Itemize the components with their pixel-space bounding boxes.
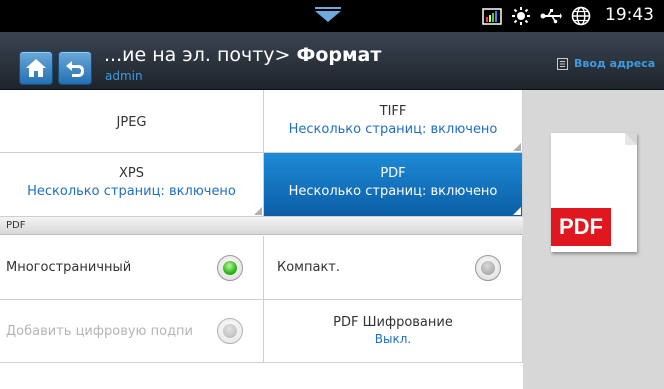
back-arrow-icon [66, 61, 84, 77]
user-name: admin [105, 69, 143, 83]
option-value: Выкл. [374, 332, 412, 346]
current-page: Формат [296, 44, 382, 66]
option-digital-signature: Добавить цифровую подпи [0, 300, 264, 363]
status-bar: 19:43 [0, 0, 664, 32]
corner-indicator-icon [254, 207, 262, 215]
pulldown-arrow-icon[interactable] [314, 7, 342, 23]
page-title: ...ие на эл. почту> Формат [104, 44, 381, 66]
format-name: XPS [119, 166, 144, 181]
pdf-badge: PDF [551, 208, 611, 246]
section-header-pdf: PDF [0, 217, 523, 235]
format-name: JPEG [116, 115, 147, 130]
address-entry-button[interactable]: Ввод адреса [557, 57, 655, 70]
format-name: TIFF [379, 104, 407, 119]
compact-toggle[interactable] [475, 255, 501, 281]
back-button[interactable] [58, 51, 92, 85]
page-fold-icon [625, 133, 637, 145]
format-detail: Несколько страниц: включено [27, 184, 236, 199]
option-multipage[interactable]: Многостраничный [0, 236, 264, 300]
globe-icon [571, 6, 591, 26]
corner-indicator-icon [513, 207, 521, 215]
multipage-toggle[interactable] [217, 255, 243, 281]
address-book-icon [557, 57, 568, 70]
signal-bars-icon [482, 8, 502, 25]
digital-signature-toggle [217, 318, 243, 344]
usb-icon [540, 9, 562, 24]
format-name: PDF [380, 166, 406, 181]
format-detail: Несколько страниц: включено [288, 122, 498, 137]
option-label: Компакт. [277, 260, 341, 275]
option-label: PDF Шифрование [333, 315, 453, 330]
corner-indicator-icon [513, 143, 521, 151]
option-label: Многостраничный [6, 260, 132, 275]
clock: 19:43 [605, 5, 654, 25]
sun-icon [512, 7, 530, 25]
home-button[interactable] [19, 51, 53, 85]
format-tiff[interactable]: TIFF Несколько страниц: включено [264, 90, 523, 153]
option-label: Добавить цифровую подпи [6, 324, 194, 339]
breadcrumb: ...ие на эл. почту> [104, 44, 297, 66]
format-pdf[interactable]: PDF Несколько страниц: включено [264, 153, 523, 217]
home-icon [26, 59, 46, 77]
option-compact[interactable]: Компакт. [264, 236, 523, 300]
format-jpeg[interactable]: JPEG [0, 90, 264, 153]
format-detail: Несколько страниц: включено [288, 184, 498, 199]
format-xps[interactable]: XPS Несколько страниц: включено [0, 153, 264, 217]
option-pdf-encryption[interactable]: PDF Шифрование Выкл. [264, 300, 523, 363]
address-entry-label: Ввод адреса [574, 57, 656, 70]
